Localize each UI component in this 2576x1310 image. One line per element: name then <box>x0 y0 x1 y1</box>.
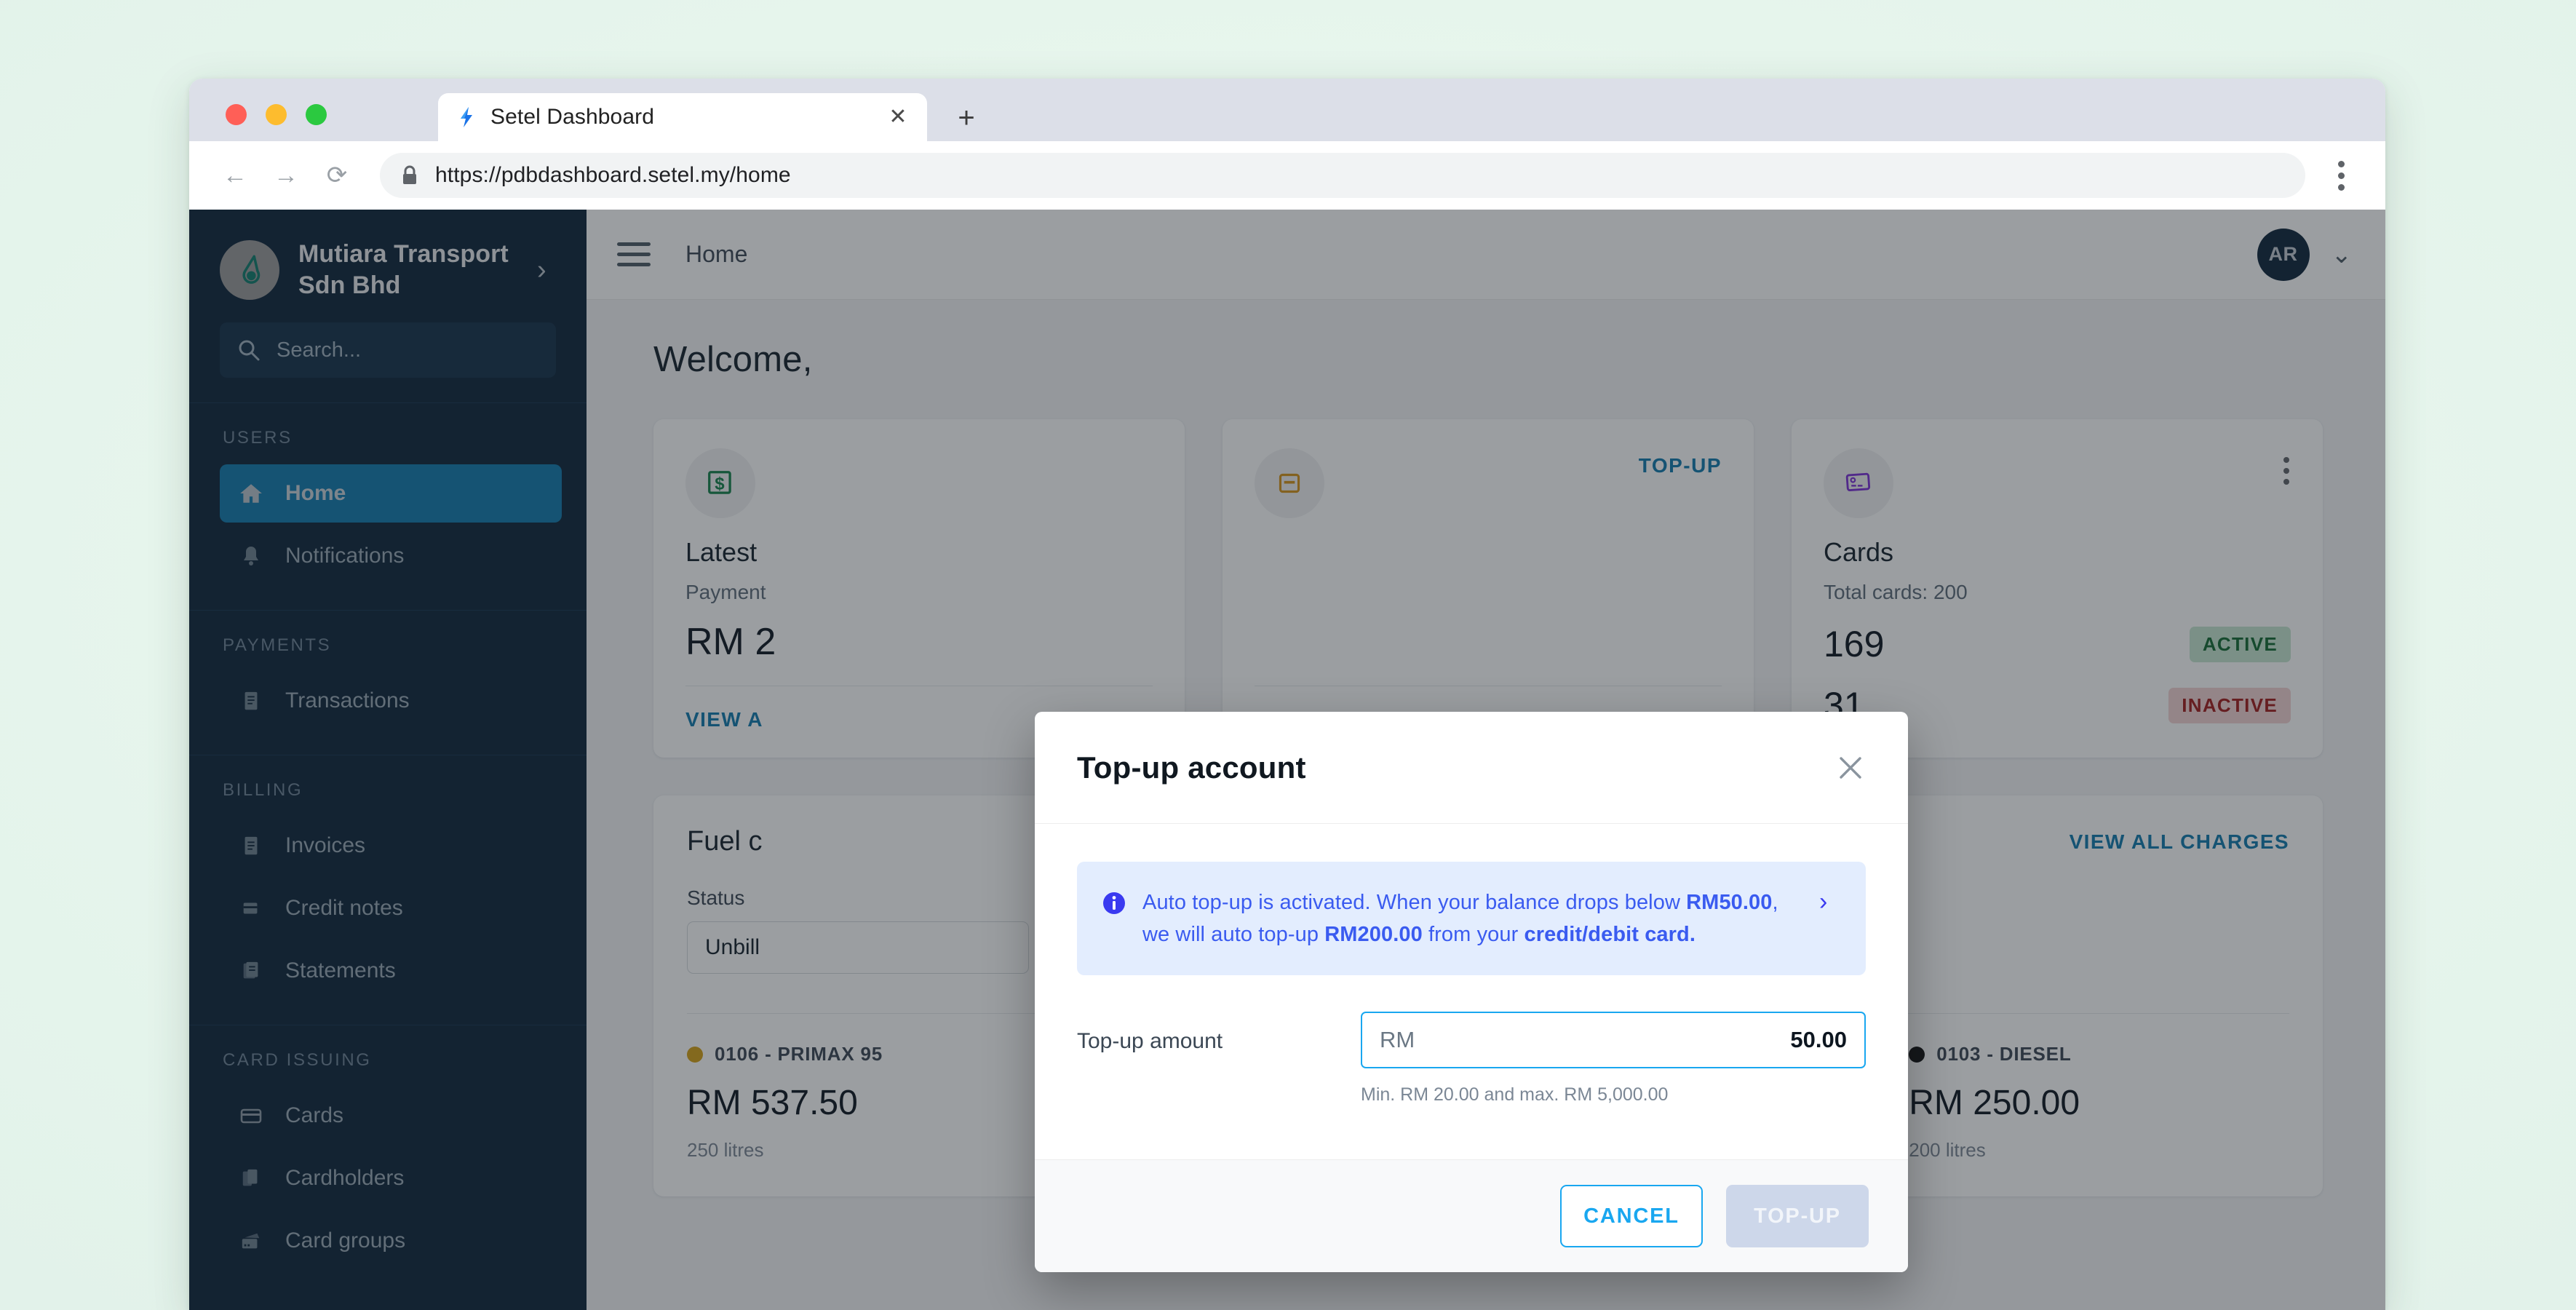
dialog-footer: CANCEL TOP-UP <box>1035 1159 1908 1273</box>
currency-prefix: RM <box>1380 1027 1415 1053</box>
topup-amount-input[interactable]: RM 50.00 <box>1361 1012 1866 1069</box>
minimize-window-button[interactable] <box>266 104 287 125</box>
cancel-button[interactable]: CANCEL <box>1560 1185 1703 1248</box>
close-icon[interactable] <box>1832 750 1869 786</box>
notice-amount: RM200.00 <box>1324 923 1423 947</box>
dialog-header: Top-up account <box>1035 712 1908 824</box>
dialog-body: Auto top-up is activated. When your bala… <box>1035 824 1908 1159</box>
chevron-right-icon[interactable]: › <box>1819 889 1841 914</box>
close-window-button[interactable] <box>226 104 247 125</box>
notice-method: credit/debit card. <box>1524 923 1696 947</box>
browser-menu-icon[interactable] <box>2321 160 2361 191</box>
reload-button[interactable]: ⟳ <box>316 154 358 196</box>
address-bar-url: https://pdbdashboard.setel.my/home <box>435 163 791 187</box>
new-tab-button[interactable]: + <box>949 100 984 135</box>
topup-amount-label: Top-up amount <box>1077 1029 1223 1054</box>
topup-amount-col: RM 50.00 Min. RM 20.00 and max. RM 5,000… <box>1361 1012 1866 1105</box>
maximize-window-button[interactable] <box>306 104 327 125</box>
browser-tab-title: Setel Dashboard <box>490 105 654 129</box>
browser-toolbar: ← → ⟳ https://pdbdashboard.setel.my/home <box>189 141 2385 210</box>
amount-value: 50.00 <box>1790 1027 1847 1053</box>
browser-tab-strip: Setel Dashboard ✕ + <box>189 79 2385 141</box>
address-bar[interactable]: https://pdbdashboard.setel.my/home <box>380 153 2305 198</box>
topup-amount-field: Top-up amount RM 50.00 Min. RM 20.00 and… <box>1077 1012 1866 1105</box>
notice-lead: Auto top-up is activated. When your bala… <box>1142 891 1687 914</box>
browser-tab[interactable]: Setel Dashboard ✕ <box>438 93 927 141</box>
amount-hint: Min. RM 20.00 and max. RM 5,000.00 <box>1361 1084 1669 1105</box>
window-controls[interactable] <box>226 104 327 125</box>
app-viewport: Mutiara Transport Sdn Bhd › Search... US… <box>189 210 2385 1310</box>
info-icon <box>1102 891 1126 919</box>
forward-button[interactable]: → <box>265 154 307 196</box>
notice-text: Auto top-up is activated. When your bala… <box>1142 886 1805 950</box>
browser-window: Setel Dashboard ✕ + ← → ⟳ https://pdbdas… <box>189 79 2385 1310</box>
dialog-title: Top-up account <box>1077 750 1306 785</box>
topup-button[interactable]: TOP-UP <box>1726 1185 1869 1248</box>
back-button[interactable]: ← <box>214 154 256 196</box>
lock-icon <box>400 164 419 186</box>
auto-topup-notice[interactable]: Auto top-up is activated. When your bala… <box>1077 862 1866 976</box>
topup-account-dialog: Top-up account Auto top-up is activated.… <box>1035 712 1908 1273</box>
notice-threshold: RM50.00 <box>1686 891 1773 914</box>
notice-tail: from your <box>1422 923 1524 947</box>
close-tab-button[interactable]: ✕ <box>885 104 911 130</box>
setel-favicon-icon <box>454 105 479 130</box>
